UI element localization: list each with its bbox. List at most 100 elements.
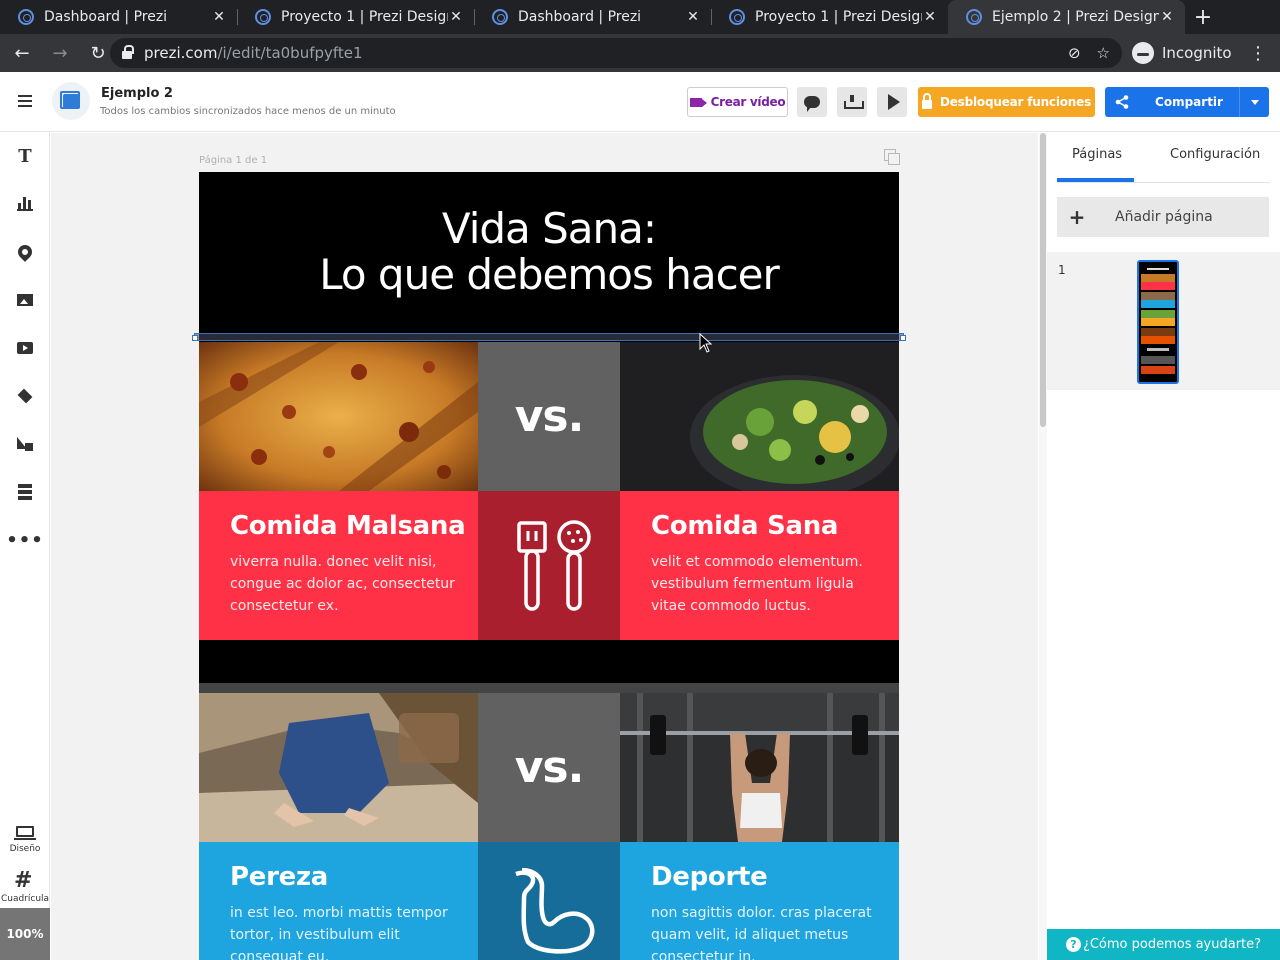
- browser-toolbar: ← → ↻ prezi.com/i/edit/ta0bufpyfte1 ⊘ ☆ …: [0, 34, 1280, 72]
- address-bar[interactable]: prezi.com/i/edit/ta0bufpyfte1 ⊘ ☆: [110, 38, 1122, 68]
- plus-icon: +: [1068, 205, 1086, 229]
- page-thumbnail[interactable]: [1137, 260, 1179, 384]
- tab-title: Proyecto 1 | Prezi Design: [281, 9, 448, 25]
- browser-tab-bar: Dashboard | Prezi ✕ Proyecto 1 | Prezi D…: [0, 0, 1280, 34]
- vs-label[interactable]: vs.: [478, 693, 620, 842]
- duplicate-page-icon[interactable]: [884, 149, 900, 165]
- image-icon: [17, 294, 33, 306]
- browser-tab[interactable]: Dashboard | Prezi ✕: [474, 0, 711, 34]
- document-icon: [52, 82, 90, 120]
- bar-chart-icon: [17, 197, 33, 211]
- active-tab-indicator: [1057, 178, 1134, 182]
- hamburger-menu-icon[interactable]: [18, 95, 32, 107]
- healthy-food-panel[interactable]: Comida Sana velit et commodo elementum. …: [620, 491, 899, 640]
- back-arrow-icon[interactable]: ←: [6, 37, 38, 69]
- chart-tool[interactable]: [13, 192, 37, 216]
- incognito-label: Incognito: [1162, 44, 1232, 62]
- canvas-scrollbar[interactable]: [1039, 133, 1047, 960]
- shapes-tool[interactable]: [13, 432, 37, 456]
- unhealthy-food-panel[interactable]: Comida Malsana viverra nulla. donec veli…: [199, 491, 478, 640]
- more-dots-icon: •••: [6, 529, 44, 551]
- image-tool[interactable]: [13, 288, 37, 312]
- tab-divider: [1057, 182, 1270, 183]
- sync-status: Todos los cambios sincronizados hace men…: [100, 106, 396, 117]
- tab-title: Proyecto 1 | Prezi Design: [755, 9, 922, 25]
- shapes-icon: [17, 437, 33, 451]
- create-video-button[interactable]: Crear vídeo: [687, 87, 788, 117]
- salad-image[interactable]: [620, 342, 899, 491]
- browser-tab[interactable]: Dashboard | Prezi ✕: [0, 0, 237, 34]
- panel-heading: Comida Malsana: [230, 511, 466, 541]
- panel-heading: Deporte: [651, 862, 768, 892]
- unlock-features-button[interactable]: Desbloquear funciones: [918, 87, 1095, 117]
- tab-title: Ejemplo 2 | Prezi Design: [992, 9, 1159, 25]
- browser-tab[interactable]: Proyecto 1 | Prezi Design ✕: [237, 0, 474, 34]
- browser-tab-active[interactable]: Ejemplo 2 | Prezi Design ✕: [948, 0, 1185, 34]
- more-tools[interactable]: •••: [6, 528, 43, 552]
- bookmark-star-icon[interactable]: ☆: [1097, 44, 1110, 62]
- spatula-utensil-icon: [517, 520, 591, 611]
- tab-close-icon[interactable]: ✕: [922, 9, 938, 25]
- tab-settings[interactable]: Configuración: [1170, 147, 1260, 162]
- grid-hash-icon[interactable]: #: [14, 870, 32, 892]
- layers-tool[interactable]: [13, 384, 37, 408]
- add-page-button[interactable]: + Añadir página: [1057, 197, 1269, 237]
- tab-close-icon[interactable]: ✕: [211, 9, 227, 25]
- browser-tab[interactable]: Proyecto 1 | Prezi Design ✕: [711, 0, 948, 34]
- tab-close-icon[interactable]: ✕: [448, 9, 464, 25]
- sport-panel[interactable]: Deporte non sagittis dolor. cras placera…: [620, 842, 899, 960]
- muscle-panel[interactable]: [478, 842, 620, 960]
- video-play-icon: [17, 342, 33, 354]
- tab-title: Dashboard | Prezi: [44, 9, 168, 25]
- slide-title[interactable]: Vida Sana: Lo que debemos hacer: [199, 206, 899, 298]
- page-thumbnail-row[interactable]: 1: [1047, 252, 1280, 390]
- pizza-image[interactable]: [199, 342, 478, 491]
- new-tab-plus-icon[interactable]: +: [1185, 0, 1221, 34]
- selected-element-outline[interactable]: [192, 333, 906, 341]
- lock-icon[interactable]: [122, 45, 134, 59]
- content-tool[interactable]: [13, 480, 37, 504]
- panel-body: viverra nulla. donec velit nisi, congue …: [230, 554, 455, 614]
- laziness-panel[interactable]: Pereza in est leo. morbi mattis tempor t…: [199, 842, 478, 960]
- panel-heading: Pereza: [230, 862, 329, 892]
- tab-close-icon[interactable]: ✕: [685, 9, 701, 25]
- prezi-favicon-icon: [729, 9, 745, 25]
- page-counter: Página 1 de 1: [199, 155, 268, 166]
- zoom-level[interactable]: 100%: [0, 908, 50, 960]
- grid-label[interactable]: Cuadrícula: [0, 894, 50, 904]
- text-icon: T: [18, 145, 32, 167]
- tab-pages[interactable]: Páginas: [1072, 147, 1122, 162]
- text-tool[interactable]: T: [13, 144, 37, 168]
- map-pin-icon: [15, 242, 35, 262]
- share-label: Compartir: [1155, 95, 1223, 109]
- share-options-dropdown[interactable]: [1239, 87, 1269, 117]
- couch-person-image[interactable]: [199, 693, 478, 842]
- download-button[interactable]: [837, 87, 867, 117]
- utensils-panel[interactable]: [478, 491, 620, 640]
- browser-menu-icon[interactable]: ⋮: [1249, 38, 1267, 68]
- panel-body: non sagittis dolor. cras placerat quam v…: [651, 905, 872, 960]
- weightlifting-image[interactable]: [620, 693, 899, 842]
- video-tool[interactable]: [13, 336, 37, 360]
- help-button[interactable]: ? ¿Cómo podemos ayudarte?: [1047, 929, 1280, 960]
- forward-arrow-icon[interactable]: →: [44, 37, 76, 69]
- tab-close-icon[interactable]: ✕: [1159, 9, 1175, 25]
- present-button[interactable]: [877, 87, 907, 117]
- video-camera-icon: [689, 97, 707, 107]
- pages-panel: Páginas Configuración + Añadir página 1: [1047, 133, 1280, 960]
- document-title[interactable]: Ejemplo 2: [101, 86, 173, 101]
- slide-page[interactable]: Vida Sana: Lo que debemos hacer vs. Comi…: [199, 172, 899, 960]
- map-tool[interactable]: [13, 240, 37, 264]
- comments-button[interactable]: [797, 87, 827, 117]
- scrollbar-thumb[interactable]: [1040, 133, 1046, 427]
- eye-off-icon[interactable]: ⊘: [1068, 44, 1081, 62]
- share-button[interactable]: Compartir: [1105, 87, 1269, 117]
- incognito-profile[interactable]: Incognito: [1132, 38, 1232, 68]
- padlock-icon: [921, 92, 932, 109]
- app-header: Ejemplo 2 Todos los cambios sincronizado…: [0, 72, 1280, 132]
- laptop-icon[interactable]: [14, 826, 36, 840]
- design-label[interactable]: Diseño: [0, 844, 50, 854]
- vs-label[interactable]: vs.: [478, 342, 620, 491]
- help-label: ¿Cómo podemos ayudarte?: [1082, 937, 1262, 952]
- comment-icon: [804, 96, 820, 112]
